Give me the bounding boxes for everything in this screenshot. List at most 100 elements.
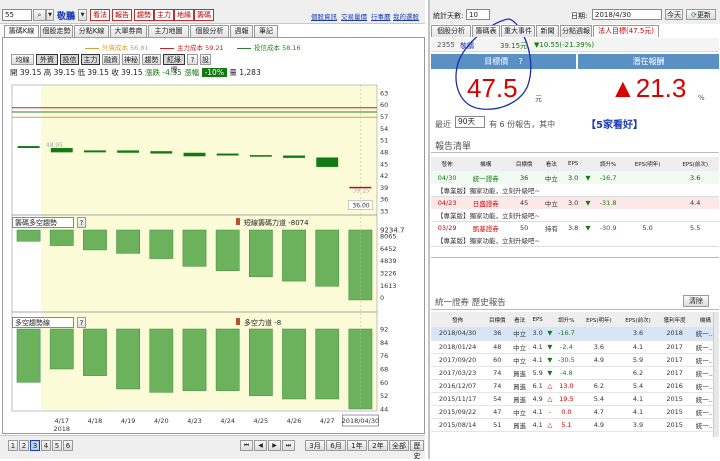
trend-bar-6[interactable] [215, 328, 240, 391]
upgrade-link[interactable]: 【專業版】獨家功能，立刻升級吧~ [437, 237, 540, 245]
history-scrollbar[interactable] [713, 312, 719, 437]
candle-3[interactable] [117, 150, 140, 153]
trend-bar-3[interactable] [116, 328, 140, 390]
right-tab-5[interactable]: 法人目標(47.5元) [593, 25, 659, 37]
indicator-button-2[interactable]: 投信 [60, 54, 79, 65]
page-button-2[interactable]: 2 [19, 440, 29, 451]
upgrade-link[interactable]: 【專業版】獨家功能，立刻升級吧~ [437, 212, 540, 220]
candle-6[interactable] [216, 153, 239, 156]
chart-tab-7[interactable]: 筆記 [254, 25, 278, 37]
history-row[interactable]: 2018/04/30 36 中立 3.0 ▼ -16.7 3.6 2018 統一... [431, 327, 719, 340]
indicator-button-3[interactable]: 主力 [81, 54, 100, 65]
page-button-3[interactable]: 3 [30, 440, 40, 451]
tool-button-2[interactable]: 趨勢 [134, 9, 154, 21]
chip-bar-2[interactable] [83, 229, 107, 251]
right-tab-0[interactable]: 個股分析 [431, 25, 471, 37]
first-icon[interactable]: ⏮ [240, 440, 253, 451]
range-button-1[interactable]: 6月 [326, 440, 346, 451]
stock-dropdown-button[interactable]: ▼ [46, 9, 54, 21]
chip-bar-4[interactable] [149, 229, 174, 259]
indicator-button-8[interactable]: ? [187, 54, 198, 65]
stock-chart[interactable]: 63 60 57 54 51 48 45 42 39 36 33 48.95 39.15 36.00 92 3… [2, 37, 425, 434]
today-button[interactable]: 今天 [665, 9, 683, 20]
trend-bar-1[interactable] [49, 328, 74, 370]
candle-4[interactable] [150, 151, 173, 154]
right-tab-1[interactable]: 籌碼表 [472, 25, 500, 37]
indicator-button-5[interactable]: 神秘 [122, 54, 140, 65]
stock-code-input[interactable]: 55 [2, 9, 32, 21]
upgrade-note[interactable]: 【專業版】獨家功能，立刻升級吧~ [431, 184, 719, 196]
tool-button-5[interactable]: 籌碼 [194, 9, 214, 21]
history-row[interactable]: 2015/09/22 47 中立 4.1-0.0 4.7 4.1 2015 統一... [431, 405, 719, 418]
page-button-1[interactable]: 1 [8, 440, 18, 451]
report-row[interactable]: 04/23 日盛證券 45 中立 3.0 ▼ -31.8 4.4 [431, 196, 719, 209]
range-button-2[interactable]: 1年 [347, 440, 367, 451]
tool-button-3[interactable]: 主力 [154, 9, 174, 21]
history-button[interactable]: 歷史 [410, 440, 424, 460]
top-link-3[interactable]: 我的選股 [393, 11, 419, 21]
chart-tab-3[interactable]: 大單券商 [110, 25, 147, 37]
chip-help-button[interactable]: ? [77, 217, 86, 228]
chart-tab-1[interactable]: 個股走勢 [40, 25, 73, 37]
history-row[interactable]: 2016/12/07 74 買進 6.1 △ 13.0 6.2 5.4 2016 統一... [431, 379, 719, 392]
candle-9[interactable] [316, 157, 339, 167]
trend-bar-8[interactable] [282, 328, 306, 400]
trend-bar-9[interactable] [315, 328, 340, 400]
tool-button-4[interactable]: 地緣 [174, 9, 194, 21]
chart-tab-2[interactable]: 分點K線 [74, 25, 109, 37]
report-row[interactable]: 03/29 凱基證券 50 持有 3.8 ▼ -30.9 5.0 5.5 [431, 221, 719, 234]
range-button-4[interactable]: 全部 [389, 440, 409, 451]
right-tab-2[interactable]: 重大事件 [501, 25, 535, 37]
candle-2[interactable] [84, 150, 106, 153]
history-row[interactable]: 2017/03/23 74 買進 5.9 ▼ -4.8 6.2 2017 統一... [431, 366, 719, 379]
indicator-button-4[interactable]: 融資 [102, 54, 120, 65]
trend-bar-7[interactable] [249, 328, 273, 396]
indicator-button-9[interactable]: 設 [200, 54, 211, 65]
top-link-1[interactable]: 交易量價 [341, 11, 367, 21]
report-row[interactable]: 04/30 統一證券 36 中立 3.0 ▼ -16.7 3.6 [431, 171, 719, 184]
chip-bar-5[interactable] [182, 229, 207, 267]
chip-trend-select[interactable]: 籌碼多空趨勢 [12, 217, 74, 228]
trend-bar-4[interactable] [149, 328, 174, 393]
candle-5[interactable] [183, 152, 206, 157]
history-row[interactable]: 2015/08/14 51 買進 4.1 △ 5.1 4.9 3.9 2015 統一... [431, 418, 719, 431]
recent-days-select[interactable]: 90天 [455, 116, 485, 128]
dropdown-icon[interactable]: ▼ [78, 9, 87, 21]
history-row[interactable]: 2015/11/17 54 買進 4.9 △ 19.5 5.4 4.1 2015 統一... [431, 392, 719, 405]
upgrade-link[interactable]: 【專業版】獨家功能，立刻升級吧~ [437, 187, 540, 195]
upgrade-note[interactable]: 【專業版】獨家功能，立刻升級吧~ [431, 209, 719, 221]
chip-bar-3[interactable] [116, 229, 140, 254]
trend-help-button[interactable]: ? [77, 317, 86, 328]
trend-bar-5[interactable] [182, 328, 207, 391]
clear-button[interactable]: 清除 [683, 295, 709, 307]
tool-button-0[interactable]: 看法 [90, 9, 110, 21]
history-row[interactable]: 2017/09/20 60 中立 4.1 ▼ -30.5 4.9 5.9 2017 統一... [431, 353, 719, 366]
chart-tab-4[interactable]: 主力地圖 [148, 25, 189, 37]
chip-bar-7[interactable] [249, 229, 273, 278]
page-button-5[interactable]: 5 [52, 440, 62, 451]
trend-line-select[interactable]: 多空趨勢線 [12, 317, 74, 328]
chip-bar-9[interactable] [315, 229, 340, 287]
next-icon[interactable]: ▶ [268, 440, 281, 451]
upgrade-note[interactable]: 【專業版】獨家功能，立刻升級吧~ [431, 234, 719, 246]
prev-icon[interactable]: ◀ [254, 440, 267, 451]
chart-tab-6[interactable]: 週報 [230, 25, 253, 37]
chip-bar-6[interactable] [215, 229, 240, 271]
indicator-button-6[interactable]: 趨勢 [142, 54, 161, 65]
chip-bar-1[interactable] [49, 229, 74, 246]
trend-bar-2[interactable] [83, 328, 107, 376]
history-row[interactable]: 2018/01/24 48 中立 4.1 ▼ -2.4 3.6 4.1 2017 統一... [431, 340, 719, 353]
search-button[interactable]: ⌕ [33, 9, 46, 21]
chart-tab-5[interactable]: 個股分析 [190, 25, 229, 37]
candle-8[interactable] [283, 155, 305, 158]
range-button-0[interactable]: 3月 [305, 440, 325, 451]
indicator-button-0[interactable]: 均線 [11, 54, 34, 65]
chart-tab-0[interactable]: 籌碼K線 [4, 25, 39, 37]
right-tab-4[interactable]: 分點週報 [560, 25, 592, 37]
chip-bar-0[interactable] [16, 229, 41, 242]
page-button-4[interactable]: 4 [41, 440, 51, 451]
top-link-0[interactable]: 個股資訊 [311, 11, 337, 21]
candle-0[interactable] [17, 146, 40, 149]
page-button-6[interactable]: 6 [63, 440, 73, 451]
trend-bar-0[interactable] [16, 328, 41, 383]
